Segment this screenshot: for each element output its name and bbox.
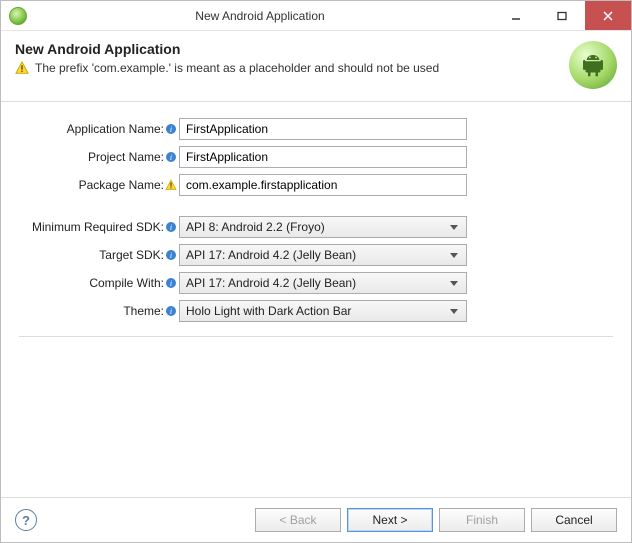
theme-value: Holo Light with Dark Action Bar (186, 304, 446, 318)
application-name-label: Application Name: (67, 122, 164, 136)
info-icon[interactable]: i (165, 221, 177, 233)
chevron-down-icon (446, 225, 462, 230)
titlebar: New Android Application (1, 1, 631, 31)
svg-text:i: i (170, 251, 172, 260)
info-icon[interactable]: i (165, 277, 177, 289)
window-title: New Android Application (27, 9, 493, 23)
close-icon (603, 11, 613, 21)
banner-message: The prefix 'com.example.' is meant as a … (35, 61, 439, 75)
info-icon[interactable]: i (165, 151, 177, 163)
project-name-input[interactable] (179, 146, 467, 168)
chevron-down-icon (446, 253, 462, 258)
min-sdk-label: Minimum Required SDK: (32, 220, 164, 234)
compile-with-label: Compile With: (89, 276, 164, 290)
help-icon: ? (22, 513, 30, 528)
close-button[interactable] (585, 1, 631, 30)
chevron-down-icon (446, 281, 462, 286)
compile-with-value: API 17: Android 4.2 (Jelly Bean) (186, 276, 446, 290)
row-project-name: Project Name: i (19, 146, 613, 168)
back-button[interactable]: < Back (255, 508, 341, 532)
row-application-name: Application Name: i (19, 118, 613, 140)
row-theme: Theme: i Holo Light with Dark Action Bar (19, 300, 613, 322)
theme-label: Theme: (123, 304, 164, 318)
svg-text:i: i (170, 153, 172, 162)
warning-icon (15, 61, 29, 75)
compile-with-select[interactable]: API 17: Android 4.2 (Jelly Bean) (179, 272, 467, 294)
android-logo (569, 41, 617, 89)
cancel-button[interactable]: Cancel (531, 508, 617, 532)
wizard-banner: New Android Application The prefix 'com.… (1, 31, 631, 102)
form-area: Application Name: i Project Name: i Pack… (1, 102, 631, 497)
target-sdk-label: Target SDK: (99, 248, 164, 262)
project-name-label: Project Name: (88, 150, 164, 164)
svg-text:i: i (170, 223, 172, 232)
window-controls (493, 1, 631, 30)
chevron-down-icon (446, 309, 462, 314)
row-min-sdk: Minimum Required SDK: i API 8: Android 2… (19, 216, 613, 238)
svg-text:i: i (170, 279, 172, 288)
package-name-input[interactable] (179, 174, 467, 196)
svg-text:i: i (170, 125, 172, 134)
row-target-sdk: Target SDK: i API 17: Android 4.2 (Jelly… (19, 244, 613, 266)
warning-icon[interactable] (165, 179, 177, 191)
minimize-icon (511, 11, 521, 21)
footer: ? < Back Next > Finish Cancel (1, 497, 631, 542)
finish-button[interactable]: Finish (439, 508, 525, 532)
maximize-button[interactable] (539, 1, 585, 30)
help-button[interactable]: ? (15, 509, 37, 531)
svg-text:i: i (170, 307, 172, 316)
target-sdk-select[interactable]: API 17: Android 4.2 (Jelly Bean) (179, 244, 467, 266)
info-icon[interactable]: i (165, 305, 177, 317)
page-title: New Android Application (15, 41, 561, 57)
app-icon (9, 7, 27, 25)
application-name-input[interactable] (179, 118, 467, 140)
row-package-name: Package Name: (19, 174, 613, 196)
maximize-icon (557, 11, 567, 21)
banner-message-row: The prefix 'com.example.' is meant as a … (15, 61, 561, 75)
info-icon[interactable]: i (165, 249, 177, 261)
next-button[interactable]: Next > (347, 508, 433, 532)
row-compile-with: Compile With: i API 17: Android 4.2 (Jel… (19, 272, 613, 294)
target-sdk-value: API 17: Android 4.2 (Jelly Bean) (186, 248, 446, 262)
android-icon (578, 50, 608, 80)
min-sdk-value: API 8: Android 2.2 (Froyo) (186, 220, 446, 234)
package-name-label: Package Name: (79, 178, 164, 192)
theme-select[interactable]: Holo Light with Dark Action Bar (179, 300, 467, 322)
divider (19, 336, 613, 337)
minimize-button[interactable] (493, 1, 539, 30)
min-sdk-select[interactable]: API 8: Android 2.2 (Froyo) (179, 216, 467, 238)
info-icon[interactable]: i (165, 123, 177, 135)
